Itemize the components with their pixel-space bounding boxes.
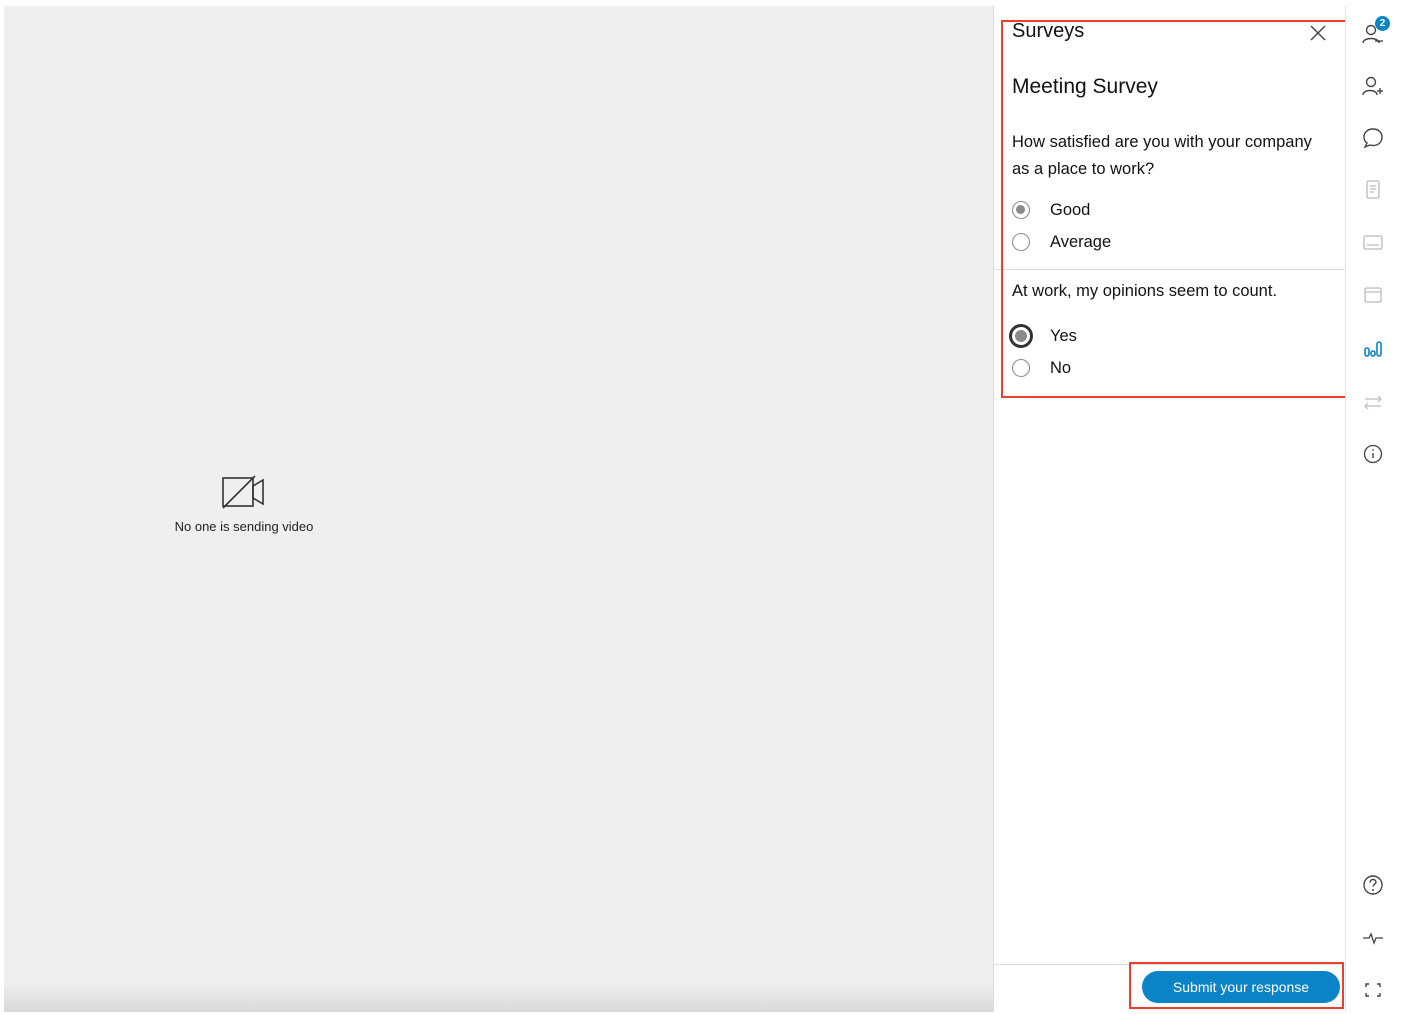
notes-icon — [1366, 180, 1380, 199]
fullscreen-icon — [1365, 983, 1381, 997]
radio-button[interactable] — [1012, 233, 1030, 251]
add-participant-icon — [1362, 76, 1383, 96]
option-good[interactable]: Good — [1012, 197, 1090, 223]
help-button[interactable] — [1361, 873, 1385, 897]
chat-button[interactable] — [1361, 126, 1385, 150]
camera-off-icon — [222, 475, 264, 509]
panel-title: Surveys — [1012, 20, 1085, 42]
option-label: Average — [1050, 232, 1112, 251]
polling-button[interactable] — [1361, 336, 1385, 360]
video-stage: No one is sending video — [4, 6, 993, 1012]
option-label: Good — [1050, 200, 1091, 219]
close-button[interactable] — [1308, 23, 1328, 43]
notes-button[interactable] — [1361, 178, 1385, 202]
footer-divider — [994, 964, 1346, 965]
option-label: No — [1050, 358, 1072, 377]
participants-button[interactable]: 2 — [1361, 16, 1390, 46]
option-average[interactable]: Average — [1012, 229, 1111, 255]
calendar-icon — [1364, 287, 1382, 303]
question-text: At work, my opinions seem to count. — [1012, 282, 1278, 300]
radio-button[interactable] — [1012, 201, 1030, 219]
chat-icon — [1363, 128, 1383, 149]
polling-icon — [1364, 341, 1382, 357]
transfer-button[interactable] — [1361, 390, 1385, 414]
submit-response-button[interactable]: Submit your response — [1142, 971, 1340, 1003]
surveys-panel: Surveys Meeting Survey How satisfied are… — [993, 6, 1346, 1012]
option-yes[interactable]: Yes — [1009, 323, 1077, 349]
captions-button[interactable] — [1361, 230, 1385, 254]
question-text: How satisfied are you with your company … — [1012, 133, 1312, 178]
close-icon — [1310, 25, 1326, 41]
no-video-text: No one is sending video — [174, 519, 314, 534]
survey-title: Meeting Survey — [1012, 75, 1158, 98]
right-toolbar: 2 — [1345, 6, 1399, 1012]
help-icon — [1363, 875, 1383, 895]
info-button[interactable] — [1361, 442, 1385, 466]
radio-button[interactable] — [1012, 359, 1030, 377]
add-participant-button[interactable] — [1361, 74, 1385, 98]
participants-count-badge: 2 — [1375, 16, 1390, 31]
option-label: Yes — [1050, 326, 1077, 345]
info-icon — [1363, 444, 1383, 464]
calendar-button[interactable] — [1361, 282, 1385, 306]
fullscreen-button[interactable] — [1361, 978, 1385, 1002]
no-video-indicator: No one is sending video — [154, 474, 334, 536]
captions-icon — [1363, 235, 1383, 250]
question-divider — [994, 269, 1346, 270]
window-edge — [1399, 0, 1407, 1014]
health-button[interactable] — [1361, 926, 1385, 950]
option-no[interactable]: No — [1012, 355, 1071, 381]
radio-button[interactable] — [1009, 324, 1033, 348]
transfer-icon — [1364, 395, 1382, 410]
health-icon — [1363, 932, 1383, 945]
